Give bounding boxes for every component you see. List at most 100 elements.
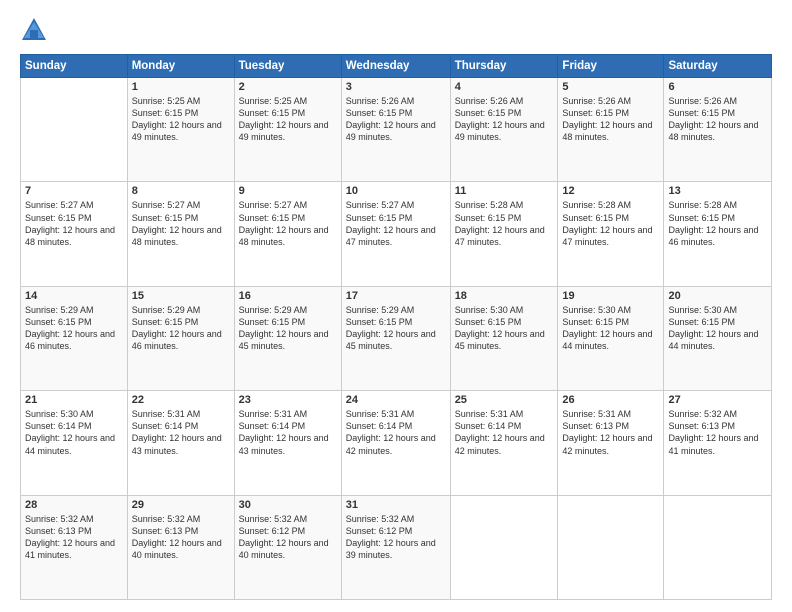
day-info: Sunrise: 5:26 AM Sunset: 6:15 PM Dayligh… — [562, 95, 659, 144]
header-day: Sunday — [21, 55, 128, 78]
calendar-cell: 17 Sunrise: 5:29 AM Sunset: 6:15 PM Dayli… — [341, 286, 450, 390]
day-number: 9 — [239, 185, 337, 197]
day-info: Sunrise: 5:29 AM Sunset: 6:15 PM Dayligh… — [239, 304, 337, 353]
day-number: 4 — [455, 81, 554, 93]
day-info: Sunrise: 5:29 AM Sunset: 6:15 PM Dayligh… — [132, 304, 230, 353]
day-info: Sunrise: 5:31 AM Sunset: 6:13 PM Dayligh… — [562, 408, 659, 457]
calendar-cell: 23 Sunrise: 5:31 AM Sunset: 6:14 PM Dayli… — [234, 391, 341, 495]
day-info: Sunrise: 5:32 AM Sunset: 6:13 PM Dayligh… — [668, 408, 767, 457]
calendar-cell: 2 Sunrise: 5:25 AM Sunset: 6:15 PM Daylig… — [234, 78, 341, 182]
week-row: 14 Sunrise: 5:29 AM Sunset: 6:15 PM Dayli… — [21, 286, 772, 390]
calendar-cell: 30Sunrise: 5:32 AM Sunset: 6:12 PM Dayli… — [234, 495, 341, 599]
day-number: 8 — [132, 185, 230, 197]
week-row: 7 Sunrise: 5:27 AM Sunset: 6:15 PM Daylig… — [21, 182, 772, 286]
day-info: Sunrise: 5:31 AM Sunset: 6:14 PM Dayligh… — [239, 408, 337, 457]
week-row: 28 Sunrise: 5:32 AM Sunset: 6:13 PM Dayli… — [21, 495, 772, 599]
day-number: 22 — [132, 394, 230, 406]
day-number: 26 — [562, 394, 659, 406]
day-info: Sunrise: 5:28 AM Sunset: 6:15 PM Dayligh… — [562, 199, 659, 248]
day-number: 29 — [132, 499, 230, 511]
day-info: Sunrise: 5:30 AM Sunset: 6:14 PM Dayligh… — [25, 408, 123, 457]
day-number: 21 — [25, 394, 123, 406]
day-info: Sunrise: 5:27 AM Sunset: 6:15 PM Dayligh… — [346, 199, 446, 248]
header-day: Saturday — [664, 55, 772, 78]
page: SundayMondayTuesdayWednesdayThursdayFrid… — [0, 0, 792, 612]
calendar-cell: 9 Sunrise: 5:27 AM Sunset: 6:15 PM Daylig… — [234, 182, 341, 286]
day-info: Sunrise: 5:27 AM Sunset: 6:15 PM Dayligh… — [25, 199, 123, 248]
week-row: 1 Sunrise: 5:25 AM Sunset: 6:15 PM Daylig… — [21, 78, 772, 182]
calendar-cell: 21 Sunrise: 5:30 AM Sunset: 6:14 PM Dayli… — [21, 391, 128, 495]
calendar-cell: 31 Sunrise: 5:32 AM Sunset: 6:12 PM Dayli… — [341, 495, 450, 599]
calendar-cell: 28 Sunrise: 5:32 AM Sunset: 6:13 PM Dayli… — [21, 495, 128, 599]
calendar-cell: 19Sunrise: 5:30 AM Sunset: 6:15 PM Dayli… — [558, 286, 664, 390]
day-number: 19 — [562, 290, 659, 302]
header-day: Thursday — [450, 55, 558, 78]
day-number: 7 — [25, 185, 123, 197]
calendar-cell: 6Sunrise: 5:26 AM Sunset: 6:15 PM Daylig… — [664, 78, 772, 182]
calendar-cell: 22 Sunrise: 5:31 AM Sunset: 6:14 PM Dayli… — [127, 391, 234, 495]
calendar-cell: 8 Sunrise: 5:27 AM Sunset: 6:15 PM Daylig… — [127, 182, 234, 286]
day-info: Sunrise: 5:29 AM Sunset: 6:15 PM Dayligh… — [346, 304, 446, 353]
header-row: SundayMondayTuesdayWednesdayThursdayFrid… — [21, 55, 772, 78]
calendar-cell: 1 Sunrise: 5:25 AM Sunset: 6:15 PM Daylig… — [127, 78, 234, 182]
day-info: Sunrise: 5:32 AM Sunset: 6:13 PM Dayligh… — [132, 513, 230, 562]
day-info: Sunrise: 5:31 AM Sunset: 6:14 PM Dayligh… — [346, 408, 446, 457]
day-number: 27 — [668, 394, 767, 406]
calendar-cell: 16 Sunrise: 5:29 AM Sunset: 6:15 PM Dayli… — [234, 286, 341, 390]
calendar-cell: 25Sunrise: 5:31 AM Sunset: 6:14 PM Dayli… — [450, 391, 558, 495]
day-number: 10 — [346, 185, 446, 197]
day-info: Sunrise: 5:26 AM Sunset: 6:15 PM Dayligh… — [668, 95, 767, 144]
day-number: 15 — [132, 290, 230, 302]
day-info: Sunrise: 5:29 AM Sunset: 6:15 PM Dayligh… — [25, 304, 123, 353]
day-info: Sunrise: 5:32 AM Sunset: 6:12 PM Dayligh… — [346, 513, 446, 562]
day-number: 28 — [25, 499, 123, 511]
calendar-cell: 10 Sunrise: 5:27 AM Sunset: 6:15 PM Dayli… — [341, 182, 450, 286]
day-info: Sunrise: 5:30 AM Sunset: 6:15 PM Dayligh… — [455, 304, 554, 353]
calendar-cell: 29 Sunrise: 5:32 AM Sunset: 6:13 PM Dayli… — [127, 495, 234, 599]
calendar-cell: 5 Sunrise: 5:26 AM Sunset: 6:15 PM Daylig… — [558, 78, 664, 182]
week-row: 21 Sunrise: 5:30 AM Sunset: 6:14 PM Dayli… — [21, 391, 772, 495]
day-info: Sunrise: 5:25 AM Sunset: 6:15 PM Dayligh… — [132, 95, 230, 144]
calendar-cell: 20 Sunrise: 5:30 AM Sunset: 6:15 PM Dayli… — [664, 286, 772, 390]
day-info: Sunrise: 5:25 AM Sunset: 6:15 PM Dayligh… — [239, 95, 337, 144]
calendar-cell: 26 Sunrise: 5:31 AM Sunset: 6:13 PM Dayli… — [558, 391, 664, 495]
day-info: Sunrise: 5:32 AM Sunset: 6:13 PM Dayligh… — [25, 513, 123, 562]
day-number: 31 — [346, 499, 446, 511]
header-day: Friday — [558, 55, 664, 78]
calendar-cell — [21, 78, 128, 182]
calendar-cell: 13 Sunrise: 5:28 AM Sunset: 6:15 PM Dayli… — [664, 182, 772, 286]
logo — [20, 16, 52, 44]
calendar-cell: 11Sunrise: 5:28 AM Sunset: 6:15 PM Dayli… — [450, 182, 558, 286]
day-number: 2 — [239, 81, 337, 93]
day-number: 5 — [562, 81, 659, 93]
calendar-cell: 27 Sunrise: 5:32 AM Sunset: 6:13 PM Dayli… — [664, 391, 772, 495]
day-number: 11 — [455, 185, 554, 197]
calendar-cell: 4Sunrise: 5:26 AM Sunset: 6:15 PM Daylig… — [450, 78, 558, 182]
day-number: 3 — [346, 81, 446, 93]
day-number: 23 — [239, 394, 337, 406]
day-number: 14 — [25, 290, 123, 302]
day-number: 16 — [239, 290, 337, 302]
header-day: Tuesday — [234, 55, 341, 78]
day-info: Sunrise: 5:27 AM Sunset: 6:15 PM Dayligh… — [239, 199, 337, 248]
day-info: Sunrise: 5:31 AM Sunset: 6:14 PM Dayligh… — [132, 408, 230, 457]
day-info: Sunrise: 5:28 AM Sunset: 6:15 PM Dayligh… — [668, 199, 767, 248]
calendar-cell: 7 Sunrise: 5:27 AM Sunset: 6:15 PM Daylig… — [21, 182, 128, 286]
calendar-cell — [558, 495, 664, 599]
day-number: 20 — [668, 290, 767, 302]
day-number: 13 — [668, 185, 767, 197]
day-number: 24 — [346, 394, 446, 406]
day-info: Sunrise: 5:27 AM Sunset: 6:15 PM Dayligh… — [132, 199, 230, 248]
calendar-cell: 15 Sunrise: 5:29 AM Sunset: 6:15 PM Dayli… — [127, 286, 234, 390]
calendar-cell: 18Sunrise: 5:30 AM Sunset: 6:15 PM Dayli… — [450, 286, 558, 390]
day-number: 17 — [346, 290, 446, 302]
calendar-cell: 24 Sunrise: 5:31 AM Sunset: 6:14 PM Dayli… — [341, 391, 450, 495]
calendar-cell — [664, 495, 772, 599]
header-day: Wednesday — [341, 55, 450, 78]
day-number: 1 — [132, 81, 230, 93]
day-number: 12 — [562, 185, 659, 197]
day-number: 25 — [455, 394, 554, 406]
day-info: Sunrise: 5:26 AM Sunset: 6:15 PM Dayligh… — [346, 95, 446, 144]
calendar-cell — [450, 495, 558, 599]
day-info: Sunrise: 5:30 AM Sunset: 6:15 PM Dayligh… — [668, 304, 767, 353]
